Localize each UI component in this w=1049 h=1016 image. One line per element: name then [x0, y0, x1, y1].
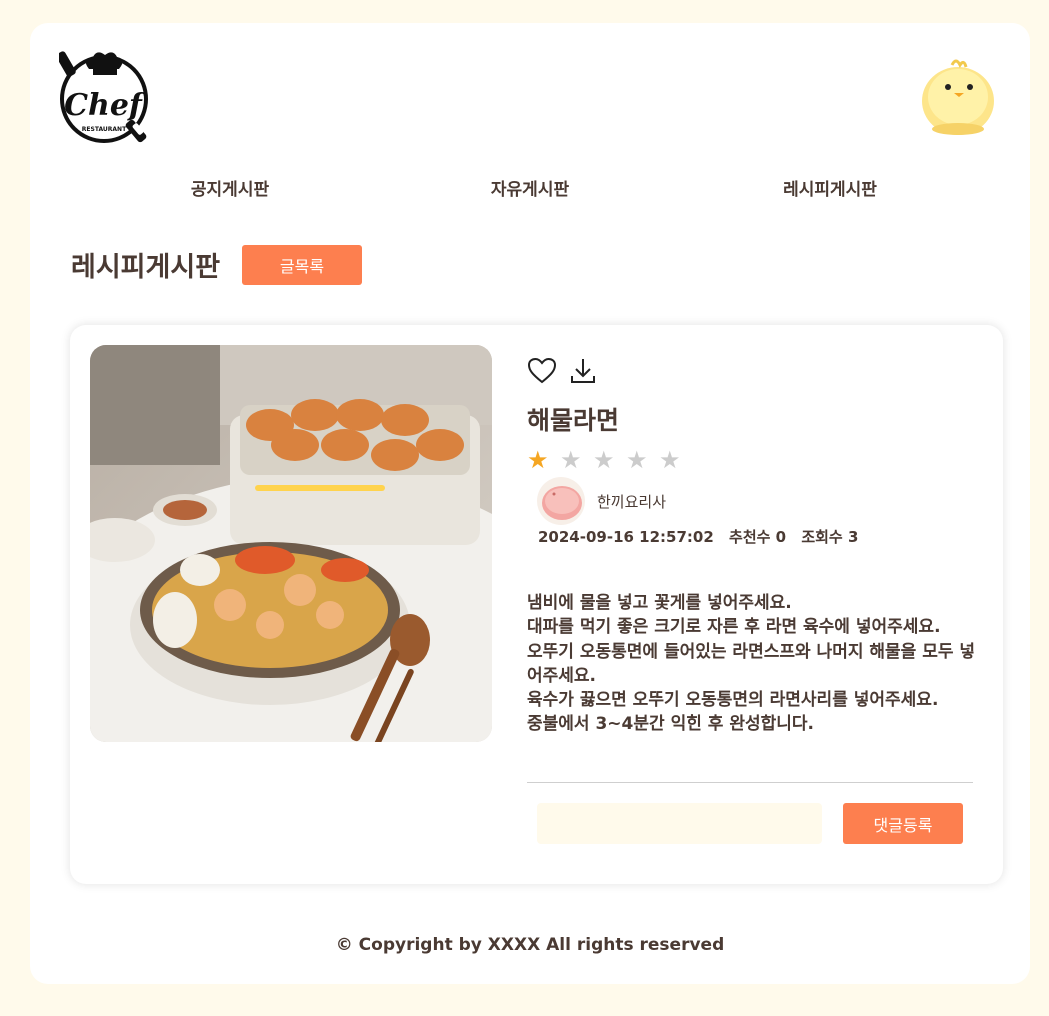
recipe-description: 냄비에 물을 넣고 꽃게를 넣어주세요. 대파를 먹기 좋은 크기로 자른 후 …	[527, 591, 977, 737]
description-line: 오뚜기 오동통면에 들어있는 라면스프와 나머지 해물을 모두 넣어주세요.	[527, 641, 976, 686]
author-name[interactable]: 한끼요리사	[597, 491, 666, 512]
svg-text:Chef: Chef	[64, 88, 147, 123]
star-1[interactable]: ★	[527, 445, 549, 475]
comment-input[interactable]	[537, 803, 822, 844]
like-count: 추천수 0	[729, 528, 787, 546]
footer-copyright: © Copyright by XXXX All rights reserved	[335, 935, 725, 955]
star-4[interactable]: ★	[626, 445, 648, 475]
description-line: 냄비에 물을 넣고 꽃게를 넣어주세요.	[527, 593, 792, 613]
nav-recipe-board[interactable]: 레시피게시판	[783, 175, 877, 200]
nav-notice-board[interactable]: 공지게시판	[191, 175, 269, 200]
star-3[interactable]: ★	[593, 445, 615, 475]
post-meta: 2024-09-16 12:57:02 추천수 0 조회수 3	[538, 526, 868, 547]
nav-free-board[interactable]: 자유게시판	[491, 175, 569, 200]
recipe-photo	[90, 345, 492, 742]
star-5[interactable]: ★	[659, 445, 681, 475]
recipe-card: 해물라면 ★ ★ ★ ★ ★ 한끼요리사 2024-09-16 12:57:02 추천수…	[70, 325, 1003, 884]
download-icon[interactable]	[568, 356, 598, 386]
author-avatar[interactable]	[537, 477, 585, 525]
comment-submit-button[interactable]: 댓글등록	[843, 803, 963, 844]
svg-text:RESTAURANT: RESTAURANT	[82, 126, 127, 133]
post-list-button[interactable]: 글목록	[242, 245, 362, 285]
divider	[527, 782, 973, 783]
description-line: 대파를 먹기 좋은 크기로 자른 후 라면 육수에 넣어주세요.	[527, 617, 941, 638]
recipe-title: 해물라면	[527, 406, 620, 435]
chick-mascot-avatar[interactable]	[918, 57, 998, 137]
chef-logo[interactable]: Chef RESTAURANT	[56, 49, 153, 147]
page-container: Chef RESTAURANT 공지게시판 자유게시판 레시피게시판 레시피게시…	[30, 23, 1030, 984]
heart-icon[interactable]	[527, 356, 557, 386]
post-datetime: 2024-09-16 12:57:02	[538, 528, 714, 546]
view-count: 조회수 3	[801, 528, 859, 546]
star-2[interactable]: ★	[560, 445, 582, 475]
description-line: 육수가 끓으면 오뚜기 오동통면의 라면사리를 넣어주세요.	[527, 690, 939, 711]
main-nav: 공지게시판 자유게시판 레시피게시판	[30, 175, 1030, 205]
board-title: 레시피게시판	[71, 252, 221, 283]
description-line: 중불에서 3~4분간 익힌 후 완성합니다.	[527, 714, 814, 735]
